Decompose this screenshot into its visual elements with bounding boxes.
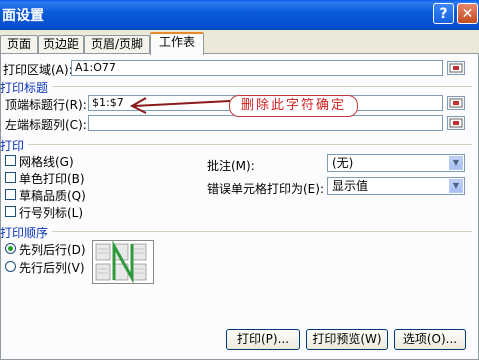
separator: [52, 231, 472, 232]
black-white-checkbox[interactable]: [5, 172, 16, 183]
print-section: 打印: [0, 139, 25, 153]
title-cols-label: 左端标题列(C):: [5, 118, 87, 132]
range-picker-icon[interactable]: [447, 61, 465, 75]
range-picker-icon[interactable]: [447, 116, 465, 130]
page-order-section: 打印顺序: [0, 226, 49, 240]
annotation-arrow-icon: [129, 97, 231, 114]
options-button[interactable]: 选项(O)...: [394, 329, 466, 350]
gridlines-checkbox[interactable]: [5, 155, 16, 166]
over-then-down-label: 先行后列(V): [19, 261, 85, 275]
chevron-down-icon[interactable]: ▼: [449, 179, 463, 193]
print-area-label: 打印区域(A):: [3, 63, 73, 77]
row-col-headings-checkbox[interactable]: [5, 206, 16, 217]
separator: [52, 86, 472, 87]
draft-quality-checkbox[interactable]: [5, 189, 16, 200]
down-then-over-radio[interactable]: [5, 243, 16, 254]
tab-sheet[interactable]: 工作表: [150, 32, 204, 55]
over-then-down-radio[interactable]: [5, 261, 16, 272]
gridlines-label: 网格线(G): [19, 155, 74, 169]
page-order-preview-icon: [92, 240, 154, 284]
row-col-headings-label: 行号列标(L): [19, 206, 84, 220]
print-titles-section: 打印标题: [0, 81, 49, 95]
print-area-input[interactable]: A1:O77: [71, 60, 443, 76]
tab-header-footer[interactable]: 页眉/页脚: [84, 35, 150, 53]
title-rows-label: 顶端标题行(R):: [5, 98, 87, 112]
chevron-down-icon[interactable]: ▼: [449, 156, 463, 170]
comments-value: (无): [332, 156, 354, 170]
draft-quality-label: 草稿品质(Q): [19, 189, 86, 203]
help-button[interactable]: ?: [433, 3, 454, 24]
title-bar: [0, 0, 479, 30]
tab-margins[interactable]: 页边距: [38, 35, 84, 53]
title-cols-input[interactable]: [88, 115, 443, 131]
close-button[interactable]: ✕: [457, 3, 478, 24]
annotation-bubble: 删除此字符确定: [229, 95, 358, 117]
tab-page[interactable]: 页面: [0, 35, 38, 53]
cell-errors-label: 错误单元格打印为(E):: [207, 182, 324, 196]
print-preview-button[interactable]: 打印预览(W): [306, 329, 388, 350]
print-button[interactable]: 打印(P)...: [226, 329, 300, 350]
cell-errors-value: 显示值: [332, 179, 369, 193]
separator: [28, 144, 472, 145]
black-white-label: 单色打印(B): [19, 172, 85, 186]
window-title: 面设置: [2, 8, 44, 24]
down-then-over-label: 先列后行(D): [19, 243, 86, 257]
range-picker-icon[interactable]: [447, 96, 465, 110]
comments-label: 批注(M):: [207, 159, 255, 173]
comments-select[interactable]: (无) ▼: [327, 154, 465, 172]
cell-errors-select[interactable]: 显示值 ▼: [327, 177, 465, 195]
